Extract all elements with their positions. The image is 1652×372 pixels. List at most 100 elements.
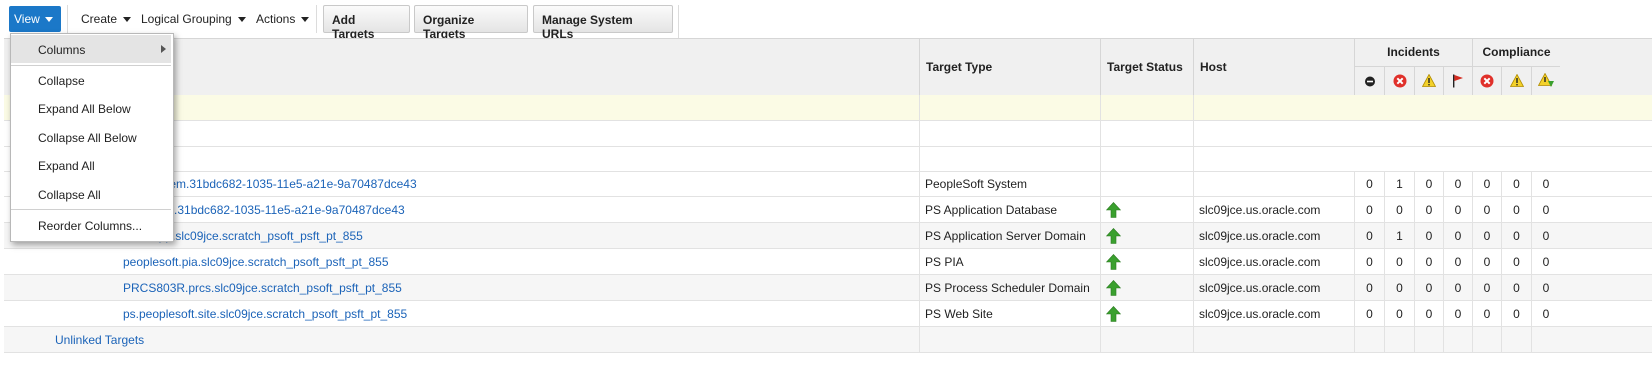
logical-grouping-menu-button[interactable]: Logical Grouping <box>141 12 246 26</box>
status-up-icon <box>1106 280 1121 296</box>
cell-host: slc09jce.us.oracle.com <box>1193 249 1354 275</box>
cell-count: 0 <box>1501 223 1531 249</box>
menu-item-collapse-all[interactable]: Collapse All <box>11 180 171 208</box>
table-row[interactable]: Unlinked Targets <box>4 327 1652 353</box>
cell-target-type: PS PIA <box>919 249 1100 275</box>
actions-menu-button[interactable]: Actions <box>256 12 310 26</box>
column-group-incidents: Incidents <box>1354 39 1472 67</box>
column-header-incidents-minor[interactable] <box>1354 67 1384 95</box>
chevron-down-icon <box>237 17 246 22</box>
cell-count <box>1443 327 1472 353</box>
cell-count: 0 <box>1472 197 1501 223</box>
cell-count: 0 <box>1501 197 1531 223</box>
menu-item-label: Expand All <box>38 159 95 173</box>
menu-item-label: Reorder Columns... <box>38 219 143 233</box>
cell-count <box>1501 327 1531 353</box>
view-menu-button[interactable]: View <box>9 6 61 32</box>
target-name-link[interactable]: PRCS803R.prcs.slc09jce.scratch_psoft_psf… <box>123 281 402 295</box>
table-row[interactable]: R1.db.31bdc682-1035-11e5-a21e-9a70487dce… <box>4 197 1652 223</box>
cell-count: 0 <box>1443 171 1472 197</box>
toolbar-divider <box>67 5 68 33</box>
cell-target-name: peoplesoft.pia.slc09jce.scratch_psoft_ps… <box>4 249 919 275</box>
column-header-incidents-critical[interactable] <box>1384 67 1414 95</box>
target-name-link[interactable]: Unlinked Targets <box>55 333 144 347</box>
cell-count: 0 <box>1414 223 1443 249</box>
cell-count: 0 <box>1531 223 1560 249</box>
table-row[interactable]: ps.peoplesoft.site.slc09jce.scratch_psof… <box>4 301 1652 327</box>
cell-count: 0 <box>1472 249 1501 275</box>
column-header-label: Target Type <box>926 60 993 74</box>
cell-count: 0 <box>1414 249 1443 275</box>
manage-system-urls-button[interactable]: Manage System URLs <box>533 5 673 41</box>
cell-host <box>1193 327 1354 353</box>
column-header-host[interactable]: Host <box>1193 39 1354 95</box>
table-row[interactable] <box>4 95 1652 121</box>
menu-item-label: Collapse <box>38 74 85 88</box>
cell-count: 0 <box>1501 249 1531 275</box>
table-row[interactable]: peoplesoft.pia.slc09jce.scratch_psoft_ps… <box>4 249 1652 275</box>
chevron-down-icon <box>123 17 132 22</box>
table-row[interactable]: PRCS803R.prcs.slc09jce.scratch_psoft_psf… <box>4 275 1652 301</box>
add-targets-button[interactable]: Add Targets <box>323 5 410 41</box>
menu-item-expand-all-below[interactable]: Expand All Below <box>11 94 171 122</box>
target-name-link[interactable]: ssystem.31bdc682-1035-11e5-a21e-9a70487d… <box>142 177 417 191</box>
create-menu-button[interactable]: Create <box>81 12 132 26</box>
cell-count <box>1531 327 1560 353</box>
cell-count: 1 <box>1384 171 1414 197</box>
status-up-icon <box>1106 228 1121 244</box>
status-up-icon <box>1106 254 1121 270</box>
target-name-link[interactable]: R1.db.31bdc682-1035-11e5-a21e-9a70487dce… <box>142 203 405 217</box>
menu-item-columns[interactable]: Columns <box>11 35 171 63</box>
target-name-link[interactable]: 1.app.slc09jce.scratch_psoft_psft_pt_855 <box>142 229 363 243</box>
cell-target-type <box>919 327 1100 353</box>
table-row[interactable]: ssystem.31bdc682-1035-11e5-a21e-9a70487d… <box>4 171 1652 197</box>
cell-count: 0 <box>1354 197 1384 223</box>
view-menu-label: View <box>14 12 40 26</box>
cell-count: 0 <box>1354 249 1384 275</box>
column-header-compliance-minor[interactable] <box>1531 67 1560 95</box>
column-header-incidents-escalated[interactable] <box>1443 67 1472 95</box>
table-row[interactable] <box>4 121 1652 147</box>
cell-count: 0 <box>1531 275 1560 301</box>
cell-host: slc09jce.us.oracle.com <box>1193 223 1354 249</box>
cell-count <box>1414 327 1443 353</box>
cell-count: 0 <box>1443 197 1472 223</box>
cell-count: 0 <box>1384 197 1414 223</box>
cell-target-status <box>1100 171 1193 197</box>
cell-count: 0 <box>1354 171 1384 197</box>
cell-host: slc09jce.us.oracle.com <box>1193 197 1354 223</box>
cell-target-name: PRCS803R.prcs.slc09jce.scratch_psoft_psf… <box>4 275 919 301</box>
column-header-incidents-warning[interactable] <box>1414 67 1443 95</box>
toolbar: View Create Logical Grouping Actions Add… <box>0 0 1652 41</box>
table-row[interactable]: 1.app.slc09jce.scratch_psoft_psft_pt_855… <box>4 223 1652 249</box>
cell-target-type: PS Process Scheduler Domain <box>919 275 1100 301</box>
organize-targets-button[interactable]: Organize Targets <box>414 5 528 41</box>
table-header: Target Type Target Status Host Incidents… <box>4 38 1652 96</box>
status-up-icon <box>1106 202 1121 218</box>
cell-target-type: PS Application Database <box>919 197 1100 223</box>
menu-item-expand-all[interactable]: Expand All <box>11 151 171 179</box>
column-header-compliance-warning[interactable] <box>1501 67 1531 95</box>
cell-count: 0 <box>1472 223 1501 249</box>
column-header-target-status[interactable]: Target Status <box>1100 39 1193 95</box>
status-up-icon <box>1106 306 1121 322</box>
target-name-link[interactable]: ps.peoplesoft.site.slc09jce.scratch_psof… <box>123 307 407 321</box>
chevron-down-icon <box>301 17 310 22</box>
cell-count: 0 <box>1531 249 1560 275</box>
column-header-target-type[interactable]: Target Type <box>919 39 1100 95</box>
cell-count: 0 <box>1354 275 1384 301</box>
column-header-compliance-critical[interactable] <box>1472 67 1501 95</box>
create-menu-label: Create <box>81 12 118 26</box>
target-name-link[interactable]: peoplesoft.pia.slc09jce.scratch_psoft_ps… <box>123 255 389 269</box>
warning-icon <box>1509 74 1524 87</box>
cell-count: 0 <box>1531 171 1560 197</box>
cell-target-type: PeopleSoft System <box>919 171 1100 197</box>
menu-item-collapse-all-below[interactable]: Collapse All Below <box>11 123 171 151</box>
cell-count: 0 <box>1472 275 1501 301</box>
menu-item-collapse[interactable]: Collapse <box>11 66 171 94</box>
cell-count: 0 <box>1414 197 1443 223</box>
warning-icon <box>1422 74 1436 87</box>
menu-item-reorder-columns[interactable]: Reorder Columns... <box>11 211 171 239</box>
table-row[interactable] <box>4 146 1652 172</box>
column-header-label: Target Status <box>1107 60 1183 74</box>
